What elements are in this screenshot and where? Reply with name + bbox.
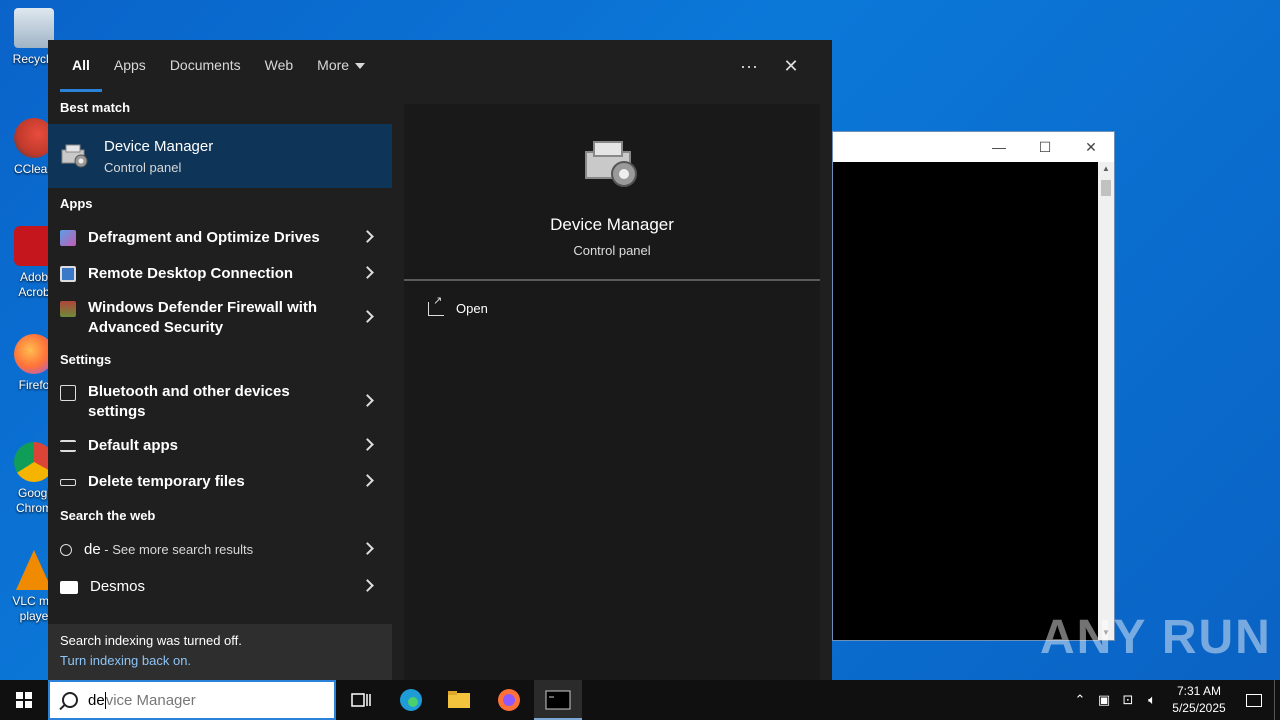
edge-icon[interactable] bbox=[398, 687, 424, 713]
chevron-right-icon[interactable] bbox=[361, 310, 374, 323]
search-typed-text: de bbox=[88, 691, 105, 709]
taskbar-console-app[interactable] bbox=[534, 680, 582, 720]
preview-pane: Device Manager Control panel Open bbox=[404, 104, 820, 680]
console-content[interactable] bbox=[833, 162, 1098, 640]
devices-icon bbox=[60, 385, 76, 401]
best-match-title: Device Manager bbox=[104, 137, 214, 155]
indexing-message: Search indexing was turned off. bbox=[60, 633, 242, 648]
section-best-match: Best match bbox=[60, 100, 131, 115]
minimize-button[interactable]: — bbox=[976, 139, 1022, 155]
tab-more[interactable]: More bbox=[305, 40, 377, 92]
network-adapter-icon[interactable]: ▣ bbox=[1092, 692, 1116, 708]
maximize-button[interactable]: ☐ bbox=[1022, 139, 1068, 156]
console-icon bbox=[545, 690, 571, 710]
device-manager-icon bbox=[585, 141, 637, 187]
preview-title: Device Manager bbox=[550, 215, 674, 234]
open-action[interactable]: Open bbox=[404, 294, 820, 316]
network-icon[interactable]: ⊡ bbox=[1116, 692, 1140, 708]
section-search-web: Search the web bbox=[60, 508, 156, 523]
firewall-icon bbox=[60, 301, 76, 317]
device-manager-icon bbox=[61, 144, 88, 168]
task-view-icon[interactable] bbox=[348, 687, 374, 713]
result-delete-temp-files[interactable]: Delete temporary files bbox=[48, 464, 392, 500]
tab-web[interactable]: Web bbox=[253, 40, 306, 92]
results-list: Best match Device Manager Control panel … bbox=[48, 92, 392, 680]
console-titlebar[interactable]: — ☐ ✕ bbox=[833, 132, 1114, 162]
result-defender-firewall[interactable]: Windows Defender Firewall with Advanced … bbox=[48, 292, 392, 344]
result-bluetooth-settings[interactable]: Bluetooth and other devices settings bbox=[48, 376, 392, 428]
chevron-up-icon[interactable]: ⌃ bbox=[1068, 692, 1092, 708]
tab-all[interactable]: All bbox=[60, 40, 102, 92]
chevron-down-icon bbox=[355, 63, 366, 70]
notification-icon bbox=[1246, 693, 1262, 707]
result-desmos[interactable]: Desmos bbox=[48, 568, 392, 606]
result-defragment[interactable]: Defragment and Optimize Drives bbox=[48, 220, 392, 256]
desmos-icon bbox=[60, 580, 78, 594]
search-tabs: All Apps Documents Web More ··· ✕ bbox=[48, 40, 832, 92]
more-options-button[interactable]: ··· bbox=[728, 56, 770, 77]
remote-desktop-icon bbox=[60, 266, 76, 282]
best-match-subtitle: Control panel bbox=[104, 159, 182, 175]
system-tray: ⌃ ▣ ⊡ 🔈︎ 7:31 AM 5/25/2025 bbox=[1068, 680, 1280, 720]
windows-logo-icon bbox=[16, 692, 32, 708]
result-default-apps[interactable]: Default apps bbox=[48, 428, 392, 464]
chevron-right-icon[interactable] bbox=[361, 230, 374, 243]
close-button[interactable]: ✕ bbox=[1068, 139, 1114, 156]
search-icon bbox=[62, 692, 78, 708]
search-icon bbox=[60, 544, 72, 556]
section-settings: Settings bbox=[60, 352, 112, 367]
chevron-right-icon[interactable] bbox=[361, 542, 374, 555]
defrag-icon bbox=[60, 230, 76, 246]
show-desktop-button[interactable] bbox=[1274, 680, 1280, 720]
console-window[interactable]: — ☐ ✕ ▲ ▼ bbox=[832, 131, 1115, 641]
storage-icon bbox=[60, 478, 76, 486]
scroll-thumb[interactable] bbox=[1101, 180, 1111, 196]
close-search-button[interactable]: ✕ bbox=[770, 56, 812, 77]
preview-header: Device Manager Control panel bbox=[404, 104, 820, 281]
clock-date: 5/25/2025 bbox=[1172, 701, 1226, 715]
scroll-up-icon[interactable]: ▲ bbox=[1098, 162, 1114, 176]
taskbar: de vice Manager ⌃ ▣ ⊡ 🔈︎ 7:31 AM 5/25/202… bbox=[0, 680, 1280, 720]
start-button[interactable] bbox=[0, 680, 48, 720]
result-remote-desktop[interactable]: Remote Desktop Connection bbox=[48, 256, 392, 292]
chevron-right-icon[interactable] bbox=[361, 474, 374, 487]
preview-subtitle: Control panel bbox=[573, 243, 651, 258]
anyrun-watermark: ANY RUN bbox=[1040, 611, 1272, 664]
action-center-button[interactable] bbox=[1234, 680, 1274, 720]
open-icon bbox=[428, 294, 444, 316]
tab-documents[interactable]: Documents bbox=[158, 40, 253, 92]
search-panel: All Apps Documents Web More ··· ✕ Best m… bbox=[48, 40, 832, 680]
clock[interactable]: 7:31 AM 5/25/2025 bbox=[1164, 683, 1234, 717]
clock-time: 7:31 AM bbox=[1176, 684, 1222, 698]
indexing-notice: Search indexing was turned off. Turn ind… bbox=[48, 624, 392, 680]
turn-indexing-on-link[interactable]: Turn indexing back on. bbox=[60, 653, 380, 668]
volume-icon[interactable]: 🔈︎ bbox=[1140, 692, 1164, 708]
section-apps: Apps bbox=[60, 196, 93, 211]
list-icon bbox=[60, 440, 76, 452]
taskbar-search-input[interactable]: de vice Manager bbox=[48, 680, 336, 720]
tab-apps[interactable]: Apps bbox=[102, 40, 158, 92]
result-web-search[interactable]: de - See more search results bbox=[48, 532, 392, 568]
firefox-icon[interactable] bbox=[496, 687, 522, 713]
best-match-item[interactable]: Device Manager Control panel bbox=[48, 124, 392, 188]
chevron-right-icon[interactable] bbox=[361, 438, 374, 451]
chevron-right-icon[interactable] bbox=[361, 394, 374, 407]
chevron-right-icon[interactable] bbox=[361, 579, 374, 592]
console-scrollbar[interactable]: ▲ ▼ bbox=[1098, 162, 1114, 640]
chevron-right-icon[interactable] bbox=[361, 266, 374, 279]
file-explorer-icon[interactable] bbox=[446, 687, 472, 713]
vlc-cone-icon bbox=[16, 550, 52, 590]
search-autocomplete: vice Manager bbox=[105, 691, 196, 709]
